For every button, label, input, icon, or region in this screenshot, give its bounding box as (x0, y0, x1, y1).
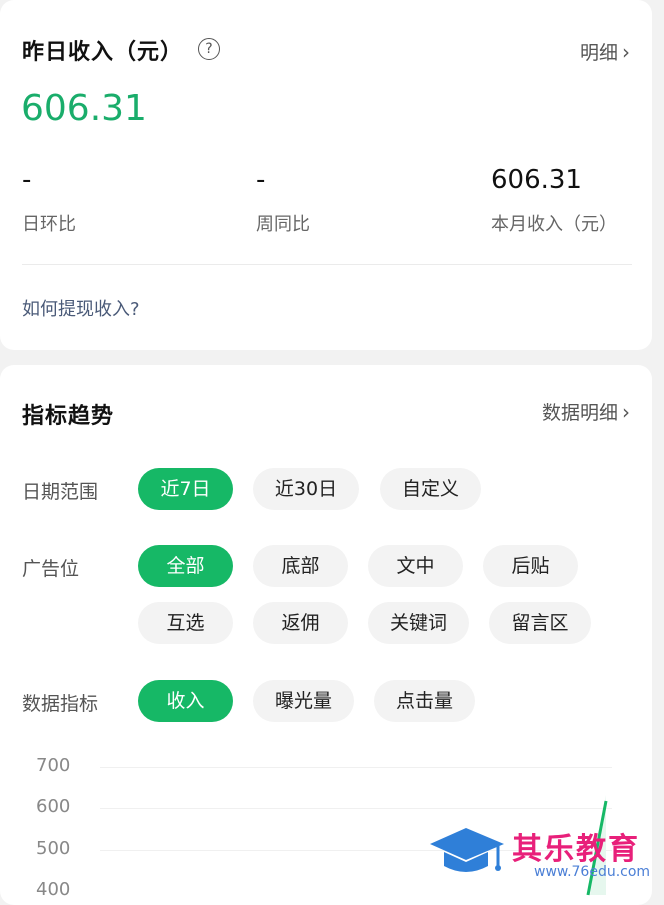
yesterday-income-amount: 606.31 (21, 88, 147, 129)
question-circle-icon[interactable]: ? (198, 38, 220, 60)
month-income-value: 606.31 (491, 165, 582, 195)
divider (22, 264, 632, 265)
week-ratio-label: 周同比 (256, 214, 310, 235)
income-card: 昨日收入（元） ? 明细 › 606.31 - 日环比 - 周同比 606.31 … (0, 0, 652, 350)
watermark-url: www.76edu.com (534, 864, 651, 880)
day-ratio-label: 日环比 (22, 214, 76, 235)
watermark-text: 其乐教育 (512, 832, 640, 867)
income-title: 昨日收入（元） (22, 40, 184, 65)
withdraw-help-link[interactable]: 如何提现收入? (22, 295, 140, 321)
day-ratio-value: - (22, 165, 32, 195)
detail-link[interactable]: 明细 › (580, 38, 630, 65)
graduation-cap-icon (430, 828, 504, 872)
week-ratio-value: - (256, 165, 266, 195)
month-income-label: 本月收入（元） (491, 214, 617, 235)
watermark: 其乐教育 www.76edu.com (426, 822, 660, 888)
chevron-right-icon: › (622, 40, 630, 64)
detail-link-label: 明细 (579, 42, 618, 64)
